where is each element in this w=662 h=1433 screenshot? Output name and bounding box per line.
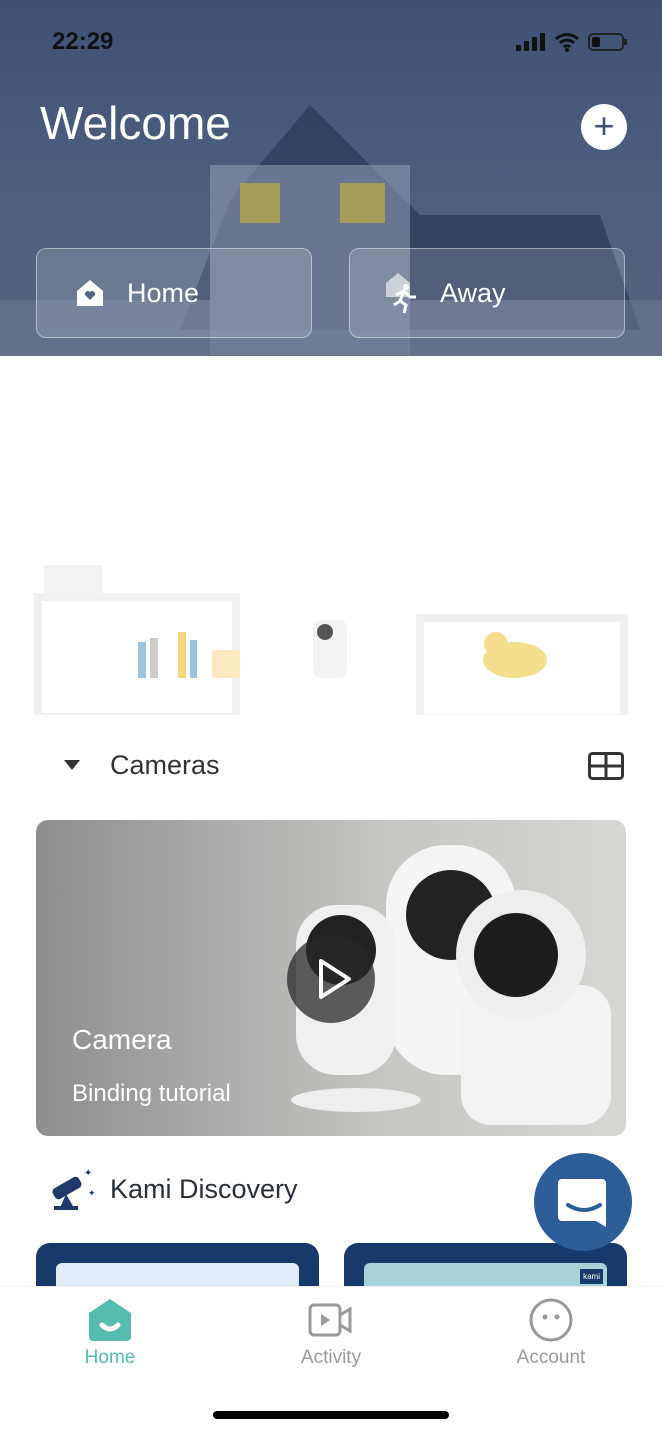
mode-away-label: Away xyxy=(440,277,506,308)
play-icon xyxy=(319,959,351,999)
chat-support-button[interactable] xyxy=(534,1153,632,1251)
plus-icon: + xyxy=(593,105,615,146)
triangle-down-icon[interactable] xyxy=(64,759,80,772)
discovery-title: Kami Discovery xyxy=(110,1173,298,1204)
running-person-icon xyxy=(386,273,416,313)
svg-text:✦: ✦ xyxy=(84,1168,92,1179)
battery-icon xyxy=(588,33,627,51)
face-icon xyxy=(529,1298,573,1342)
mode-home-label: Home xyxy=(127,277,200,308)
discovery-header: ✦ ✦ Kami Discovery xyxy=(48,1164,298,1214)
cameras-section-header[interactable]: Cameras xyxy=(64,750,624,781)
grid-icon[interactable] xyxy=(588,751,624,780)
kami-badge: kami xyxy=(580,1269,603,1284)
tab-activity-label: Activity xyxy=(300,1347,362,1368)
chat-smile-icon xyxy=(558,1179,606,1227)
wifi-icon xyxy=(554,33,580,52)
home-heart-icon xyxy=(77,280,103,306)
tab-activity[interactable]: Activity xyxy=(251,1297,411,1369)
cameras-section-title: Cameras xyxy=(110,750,220,780)
mode-away-button[interactable]: Away xyxy=(349,248,625,338)
tab-account[interactable]: Account xyxy=(471,1297,631,1369)
status-time: 22:29 xyxy=(52,28,114,55)
tab-account-label: Account xyxy=(516,1347,586,1368)
camera-tutorial-banner[interactable]: Camera Binding tutorial xyxy=(36,820,626,1136)
home-indicator[interactable] xyxy=(213,1411,449,1419)
banner-subtitle: Binding tutorial xyxy=(72,1080,231,1107)
mode-home-button[interactable]: Home xyxy=(36,248,312,338)
play-button[interactable] xyxy=(287,935,375,1023)
add-device-button[interactable]: + xyxy=(581,104,627,150)
tab-home-label: Home xyxy=(84,1347,136,1368)
home-smile-icon xyxy=(89,1299,131,1341)
status-bar: 22:29 xyxy=(52,28,628,56)
empty-room-illustration xyxy=(34,565,628,715)
banner-title: Camera xyxy=(72,1024,172,1055)
signal-icon xyxy=(516,33,545,51)
video-camera-icon xyxy=(308,1303,352,1337)
tab-home[interactable]: Home xyxy=(30,1297,190,1369)
telescope-icon: ✦✦ xyxy=(52,1168,96,1210)
page-title: Welcome xyxy=(40,97,231,149)
hero-header: 22:29 Welcome + Home Away xyxy=(0,0,662,356)
svg-text:✦: ✦ xyxy=(88,1188,96,1198)
